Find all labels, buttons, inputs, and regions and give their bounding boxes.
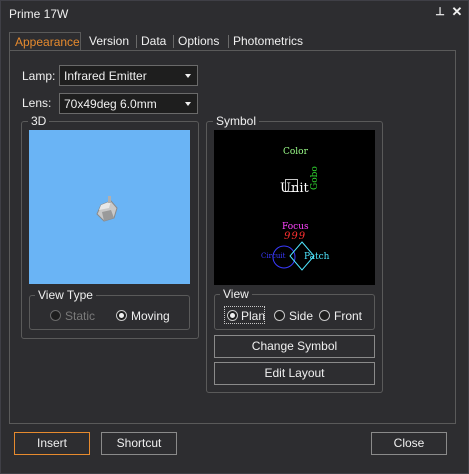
radio-moving-label[interactable]: Moving [131, 309, 170, 323]
dialog-window: Prime 17W ⊥ ✕ Appearance Version Data Op… [0, 0, 469, 474]
lamp-select[interactable]: Infrared Emitter [59, 65, 198, 86]
change-symbol-button[interactable]: Change Symbol [214, 335, 375, 358]
radio-static-label: Static [65, 309, 96, 323]
symbol-shapes [272, 241, 315, 271]
tab-appearance[interactable]: Appearance [9, 32, 81, 51]
insert-button[interactable]: Insert [14, 432, 90, 455]
lens-label: Lens: [22, 96, 52, 110]
lens-select-value: 70x49deg 6.0mm [64, 97, 157, 111]
view-group-title: View [220, 287, 252, 301]
radio-front-label[interactable]: Front [334, 309, 362, 323]
group-3d-title: 3D [28, 114, 50, 128]
symbol-preview[interactable]: Color Unit Gobo Focus 999 Circuit Patch [214, 130, 375, 285]
tab-data[interactable]: Data [136, 32, 171, 51]
radio-side[interactable] [274, 310, 285, 321]
tab-options[interactable]: Options [173, 32, 224, 51]
lens-select[interactable]: 70x49deg 6.0mm [59, 93, 198, 114]
radio-front[interactable] [319, 310, 330, 321]
radio-plan[interactable] [227, 310, 238, 321]
fixture-3d-icon [96, 196, 118, 222]
group-symbol-title: Symbol [213, 114, 260, 128]
title-bar[interactable]: Prime 17W ⊥ ✕ [1, 1, 468, 27]
tab-photometrics[interactable]: Photometrics [228, 32, 308, 51]
window-title: Prime 17W [9, 7, 69, 21]
radio-moving[interactable] [116, 310, 127, 321]
chevron-down-icon [185, 102, 191, 106]
close-icon[interactable]: ✕ [450, 5, 464, 19]
symbol-patch-label: Patch [304, 252, 330, 262]
pin-icon[interactable]: ⊥ [433, 5, 447, 19]
view-type-title: View Type [35, 288, 96, 302]
3d-preview[interactable] [29, 130, 190, 284]
radio-side-label[interactable]: Side [289, 309, 313, 323]
lamp-select-value: Infrared Emitter [64, 69, 147, 83]
tab-version[interactable]: Version [84, 32, 134, 51]
lamp-label: Lamp: [22, 69, 56, 83]
radio-static [50, 310, 61, 321]
symbol-circuit-label: Circuit [261, 252, 286, 260]
close-button[interactable]: Close [371, 432, 447, 455]
radio-plan-label[interactable]: Plan [241, 309, 265, 323]
chevron-down-icon [185, 74, 191, 78]
shortcut-button[interactable]: Shortcut [101, 432, 177, 455]
edit-layout-button[interactable]: Edit Layout [214, 362, 375, 385]
